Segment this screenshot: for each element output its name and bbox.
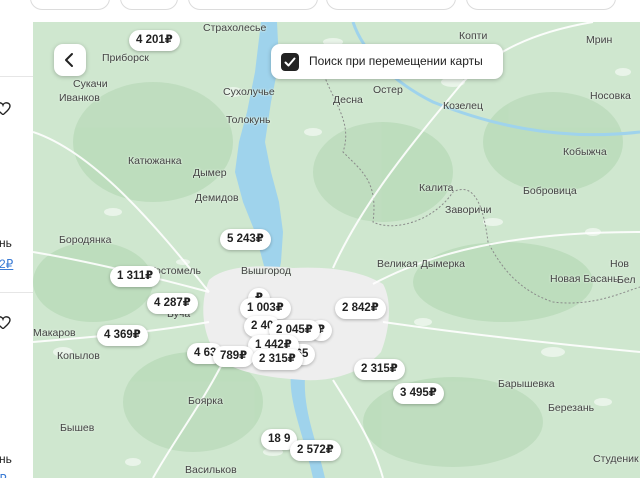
place-label: Копылов: [57, 350, 100, 362]
heart-icon[interactable]: [0, 102, 16, 118]
price-pin[interactable]: 2 572₽: [290, 440, 341, 461]
filter-chip[interactable]: [326, 0, 456, 10]
place-label: Сукачи: [73, 78, 108, 90]
price-pin[interactable]: 2 315₽: [252, 349, 303, 370]
place-label: Березань: [548, 402, 595, 414]
listing-price-tail: нь: [0, 452, 12, 466]
divider: [0, 292, 33, 293]
price-pin[interactable]: 2 842₽: [335, 298, 386, 319]
place-label: Демидов: [195, 192, 239, 204]
place-label: Калита: [419, 182, 454, 194]
place-label: Десна: [333, 94, 363, 106]
place-label: Страхолесье: [203, 22, 267, 34]
search-on-move-toggle[interactable]: Поиск при перемещении карты: [271, 44, 503, 79]
filter-chip[interactable]: [466, 0, 616, 10]
place-label: Бобровица: [523, 185, 577, 197]
place-label: Иванков: [59, 92, 100, 104]
place-label: Студеник: [593, 453, 639, 465]
place-label: Васильков: [185, 464, 237, 476]
place-label: Бышев: [60, 422, 95, 434]
price-pin[interactable]: 3 495₽: [393, 383, 444, 404]
place-label: Катюжанка: [128, 155, 182, 167]
filter-bar: [0, 0, 640, 22]
place-label: Толокунь: [226, 114, 271, 126]
place-label: Копти: [459, 30, 488, 42]
price-pin[interactable]: 4 201₽: [129, 30, 180, 51]
price-pin[interactable]: 2 315₽: [354, 359, 405, 380]
place-label: Дымер: [193, 167, 227, 179]
listing-sidebar: нь 2₽ нь ₽: [0, 22, 33, 478]
place-label: Носовка: [590, 90, 631, 102]
map[interactable]: Страхолесье Копти Мрин Приборск Сукачи И…: [33, 22, 640, 478]
checkmark-icon: [284, 57, 296, 67]
map-back-button[interactable]: [54, 44, 86, 76]
price-pin[interactable]: 4 287₽: [147, 293, 198, 314]
place-label: Барышевка: [498, 378, 555, 390]
chevron-left-icon: [65, 53, 73, 67]
place-label: Мрин: [586, 34, 613, 46]
place-label: Нов: [610, 258, 630, 270]
place-label: Приборск: [102, 52, 149, 64]
search-on-move-label: Поиск при перемещении карты: [309, 54, 483, 68]
place-label: Бел: [617, 274, 636, 286]
place-label: Макаров: [33, 327, 76, 339]
heart-icon[interactable]: [0, 316, 16, 332]
divider: [0, 76, 33, 77]
place-label: Великая Дымерка: [377, 258, 465, 270]
place-label: Бородянка: [59, 234, 112, 246]
filter-chip[interactable]: [188, 0, 318, 10]
listing-price-link[interactable]: 2₽: [0, 257, 13, 271]
listing-price-link[interactable]: ₽: [0, 472, 7, 478]
price-pin[interactable]: 1 311₽: [110, 266, 161, 287]
filter-chip[interactable]: [30, 0, 110, 10]
checkbox[interactable]: [281, 53, 299, 71]
price-pin[interactable]: 4 369₽: [97, 325, 148, 346]
place-label: Козелец: [443, 100, 484, 112]
filter-chip[interactable]: [120, 0, 178, 10]
place-label: Заворичи: [445, 204, 492, 216]
place-label: Боярка: [188, 395, 223, 407]
price-pin[interactable]: 789₽: [213, 346, 255, 367]
price-pin[interactable]: 5 243₽: [220, 229, 271, 250]
place-label: Сухолучье: [223, 86, 275, 98]
place-label: Кобыжча: [563, 146, 607, 158]
place-label: Вышгород: [241, 265, 291, 277]
place-label: Остер: [373, 84, 403, 96]
listing-price-tail: нь: [0, 236, 12, 250]
place-label: Новая Басань: [550, 273, 619, 285]
